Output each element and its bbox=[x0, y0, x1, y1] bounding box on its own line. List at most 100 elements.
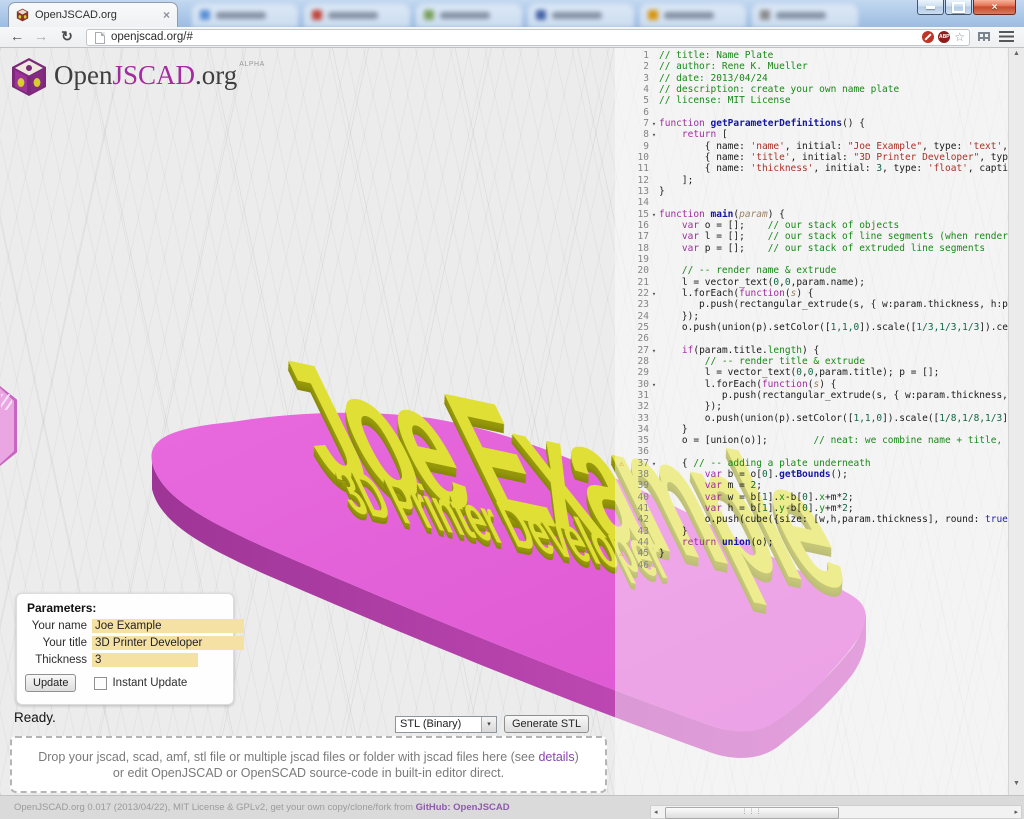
code-line[interactable]: 19 bbox=[615, 254, 1008, 265]
scroll-right-icon[interactable]: ▸ bbox=[1014, 808, 1018, 816]
code-line[interactable]: 34 } bbox=[615, 424, 1008, 435]
code-line[interactable]: 23 p.push(rectangular_extrude(s, { w:par… bbox=[615, 299, 1008, 310]
code-line[interactable]: 1// title: Name Plate bbox=[615, 50, 1008, 61]
your-title-input[interactable] bbox=[92, 636, 244, 650]
code-line[interactable]: 6 bbox=[615, 107, 1008, 118]
scroll-down-icon[interactable]: ▼ bbox=[1009, 780, 1024, 787]
parameter-row: Thickness bbox=[25, 653, 225, 667]
background-tab[interactable] bbox=[304, 4, 410, 27]
adblock-extension-icon[interactable]: ABP bbox=[938, 31, 950, 43]
code-line[interactable]: 26 bbox=[615, 333, 1008, 344]
reload-button[interactable]: ↻ bbox=[56, 28, 78, 45]
code-line[interactable]: 29 l = vector_text(0,0,param.title); p =… bbox=[615, 367, 1008, 378]
your-name-input[interactable] bbox=[92, 619, 244, 633]
background-tab[interactable] bbox=[192, 4, 298, 27]
extensions-grid-icon[interactable] bbox=[978, 32, 990, 41]
bookmark-star-icon[interactable]: ☆ bbox=[954, 31, 965, 43]
side-menu-handle[interactable] bbox=[0, 386, 17, 466]
editor-horizontal-scrollbar[interactable]: ◂ ⋮⋮⋮ ▸ bbox=[650, 805, 1022, 819]
file-drop-zone[interactable]: Drop your jscad, scad, amf, stl file or … bbox=[10, 736, 607, 793]
code-line[interactable]: 32 }); bbox=[615, 401, 1008, 412]
code-line[interactable]: 28 // -- render title & extrude bbox=[615, 356, 1008, 367]
code-editor[interactable]: 1// title: Name Plate2// author: Rene K.… bbox=[615, 48, 1008, 795]
code-line[interactable]: 27▾ if(param.title.length) { bbox=[615, 345, 1008, 356]
fold-arrow-icon[interactable]: ▾ bbox=[649, 459, 659, 470]
code-line[interactable]: 40 var w = b[1].x-b[0].x+m*2; bbox=[615, 492, 1008, 503]
details-link[interactable]: details bbox=[538, 750, 574, 764]
fold-arrow-icon[interactable]: ▾ bbox=[649, 210, 659, 221]
code-line[interactable]: 11 { name: 'thickness', initial: 3, type… bbox=[615, 163, 1008, 174]
scroll-left-icon[interactable]: ◂ bbox=[654, 808, 658, 816]
line-number: 7 bbox=[628, 118, 649, 129]
code-line[interactable]: 7▾function getParameterDefinitions() { bbox=[615, 118, 1008, 129]
editor-vertical-scrollbar[interactable]: ▲ ▼ bbox=[1008, 48, 1024, 805]
code-line[interactable]: 35 o = [union(o)]; // neat: we combine n… bbox=[615, 435, 1008, 446]
code-line[interactable]: 21 l = vector_text(0,0,param.name); bbox=[615, 277, 1008, 288]
back-button[interactable]: ← bbox=[6, 28, 28, 44]
line-number: 25 bbox=[628, 322, 649, 333]
update-button[interactable]: Update bbox=[25, 674, 76, 692]
fold-arrow-icon[interactable]: ▾ bbox=[649, 289, 659, 300]
code-line[interactable]: 20 // -- render name & extrude bbox=[615, 265, 1008, 276]
fold-arrow-icon[interactable]: ▾ bbox=[649, 119, 659, 130]
fold-arrow-icon[interactable]: ▾ bbox=[649, 130, 659, 141]
github-link[interactable]: GitHub: OpenJSCAD bbox=[416, 802, 510, 813]
background-tab[interactable] bbox=[528, 4, 634, 27]
code-line[interactable]: 33 o.push(union(p).setColor([1,1,0]).sca… bbox=[615, 413, 1008, 424]
code-line[interactable]: 16 var o = []; // our stack of objects bbox=[615, 220, 1008, 231]
code-line[interactable]: 14 bbox=[615, 197, 1008, 208]
code-line[interactable]: 2// author: Rene K. Mueller bbox=[615, 61, 1008, 72]
maximize-button[interactable] bbox=[945, 0, 972, 15]
code-line[interactable]: 30▾ l.forEach(function(s) { bbox=[615, 379, 1008, 390]
dropdown-arrow-icon[interactable]: ▾ bbox=[481, 717, 496, 732]
code-line[interactable]: 44 return union(o); bbox=[615, 537, 1008, 548]
code-line[interactable]: 22▾ l.forEach(function(s) { bbox=[615, 288, 1008, 299]
forward-button[interactable]: → bbox=[30, 28, 52, 44]
code-line[interactable]: 38 var b = o[0].getBounds(); bbox=[615, 469, 1008, 480]
address-bar[interactable]: openjscad.org/# ABP ☆ bbox=[86, 29, 970, 46]
code-line[interactable]: 36 bbox=[615, 446, 1008, 457]
code-line[interactable]: 24 }); bbox=[615, 311, 1008, 322]
background-tab[interactable] bbox=[416, 4, 522, 27]
minimize-button[interactable] bbox=[917, 0, 944, 15]
code-line[interactable]: 8▾ return [ bbox=[615, 129, 1008, 140]
scrollbar-thumb[interactable]: ⋮⋮⋮ bbox=[665, 807, 839, 819]
thickness-input[interactable] bbox=[92, 653, 198, 667]
background-tab[interactable] bbox=[640, 4, 746, 27]
background-tab[interactable] bbox=[752, 4, 858, 27]
code-line[interactable]: 39 var m = 2; bbox=[615, 480, 1008, 491]
code-line[interactable]: 43 } bbox=[615, 526, 1008, 537]
code-line[interactable]: 3// date: 2013/04/24 bbox=[615, 73, 1008, 84]
instant-update-checkbox[interactable] bbox=[94, 677, 107, 690]
browser-menu-icon[interactable] bbox=[999, 31, 1014, 42]
code-line[interactable]: 42 o.push(cube({size: [w,h,param.thickne… bbox=[615, 514, 1008, 525]
code-text: } bbox=[659, 186, 665, 197]
code-line[interactable]: 9 { name: 'name', initial: "Joe Example"… bbox=[615, 141, 1008, 152]
tab-openjscad[interactable]: OpenJSCAD.org × bbox=[8, 2, 178, 27]
close-button[interactable]: × bbox=[973, 0, 1016, 15]
code-line[interactable]: ⚠45} bbox=[615, 548, 1008, 559]
code-line[interactable]: 12 ]; bbox=[615, 175, 1008, 186]
fold-arrow-icon[interactable]: ▾ bbox=[649, 346, 659, 357]
code-line[interactable]: 4// description: create your own name pl… bbox=[615, 84, 1008, 95]
generate-stl-button[interactable]: Generate STL bbox=[504, 715, 589, 733]
code-line[interactable]: 10 { name: 'title', initial: "3D Printer… bbox=[615, 152, 1008, 163]
tab-close-icon[interactable]: × bbox=[163, 10, 170, 20]
code-line[interactable]: 18 var p = []; // our stack of extruded … bbox=[615, 243, 1008, 254]
code-text: function getParameterDefinitions() { bbox=[659, 118, 865, 129]
code-line[interactable]: 5// license: MIT License bbox=[615, 95, 1008, 106]
code-line[interactable]: 31 p.push(rectangular_extrude(s, { w:par… bbox=[615, 390, 1008, 401]
code-line[interactable]: ⚠37▾ { // -- adding a plate underneath bbox=[615, 458, 1008, 469]
fold-arrow-icon[interactable]: ▾ bbox=[649, 380, 659, 391]
code-line[interactable]: 46 bbox=[615, 560, 1008, 571]
code-line[interactable]: 17 var l = []; // our stack of line segm… bbox=[615, 231, 1008, 242]
blocker-extension-icon[interactable] bbox=[922, 31, 934, 43]
export-format-select[interactable]: STL (Binary) ▾ bbox=[395, 716, 497, 733]
code-line[interactable]: 41 var h = b[1].y-b[0].y+m*2; bbox=[615, 503, 1008, 514]
url-text[interactable]: openjscad.org/# bbox=[111, 31, 193, 43]
browser-titlebar: OpenJSCAD.org × × bbox=[0, 0, 1024, 27]
code-line[interactable]: 25 o.push(union(p).setColor([1,1,0]).sca… bbox=[615, 322, 1008, 333]
code-line[interactable]: 15▾function main(param) { bbox=[615, 209, 1008, 220]
scroll-up-icon[interactable]: ▲ bbox=[1009, 50, 1024, 57]
code-line[interactable]: 13} bbox=[615, 186, 1008, 197]
